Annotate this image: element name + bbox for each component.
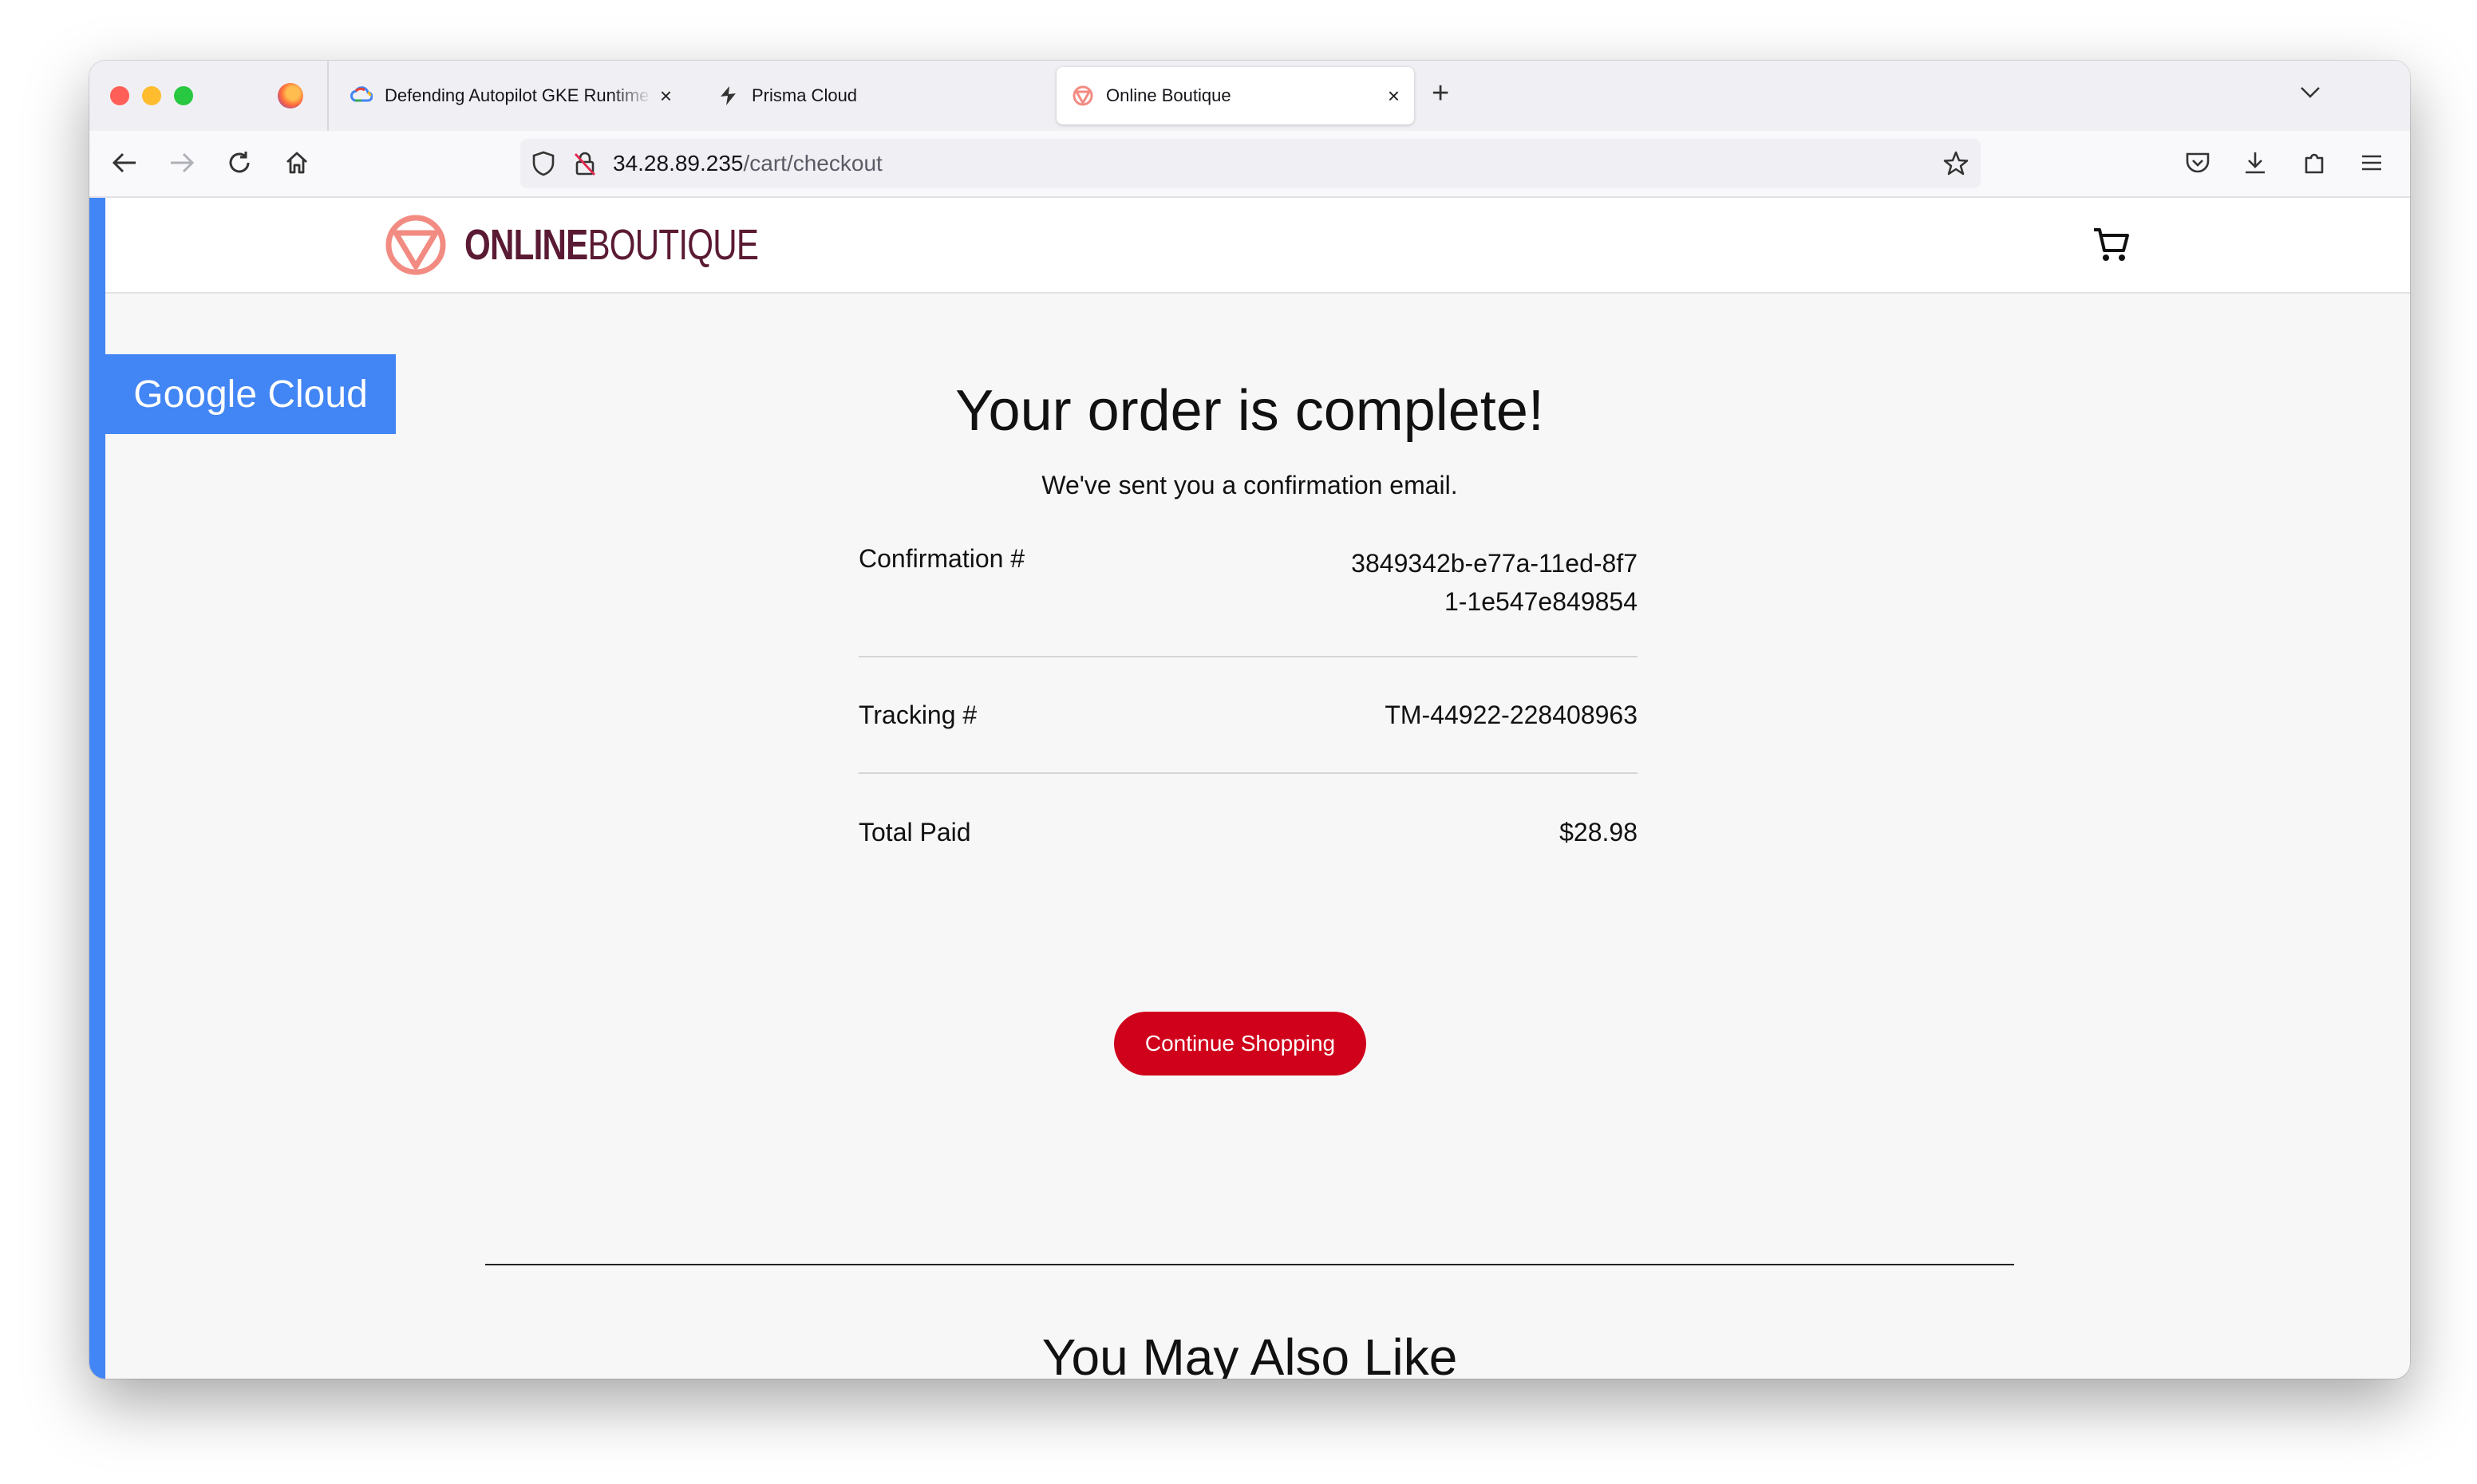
tab-separator [327, 61, 329, 131]
new-tab-button[interactable]: + [1432, 77, 1449, 111]
order-complete-title: Your order is complete! [955, 379, 1544, 443]
total-paid-label: Total Paid [859, 817, 971, 847]
tab-label: Defending Autopilot GKE Runtime [385, 85, 650, 105]
tab-label: Online Boutique [1106, 85, 1231, 105]
google-cloud-icon [350, 84, 373, 108]
hamburger-menu-icon[interactable] [2353, 144, 2391, 182]
confirmation-row: Confirmation # 3849342b-e77a-11ed-8f71-1… [859, 517, 1638, 657]
minimize-window-button[interactable] [142, 86, 161, 105]
brand-name: ONLINEBOUTIQUE [464, 221, 759, 269]
url-path: /cart/checkout [743, 151, 883, 176]
close-tab-icon[interactable]: × [660, 84, 672, 109]
tab-label: Prisma Cloud [752, 85, 858, 105]
boutique-logo-icon [385, 215, 446, 275]
continue-shopping-button[interactable]: Continue Shopping [1114, 1012, 1366, 1076]
prisma-cloud-icon [717, 84, 741, 108]
browser-window: Defending Autopilot GKE Runtime × Prisma… [89, 61, 2410, 1379]
recommendations-heading: You May Also Like [1041, 1328, 1458, 1379]
reload-icon[interactable] [220, 144, 259, 182]
pocket-icon[interactable] [2179, 144, 2217, 182]
order-summary: Confirmation # 3849342b-e77a-11ed-8f71-1… [859, 517, 1638, 890]
confirmation-subtitle: We've sent you a confirmation email. [1041, 471, 1458, 499]
shopping-cart-icon[interactable] [2091, 223, 2132, 265]
total-paid-row: Total Paid $28.98 [859, 774, 1638, 890]
shield-icon[interactable] [531, 151, 555, 176]
download-icon[interactable] [2236, 144, 2274, 182]
site-header: ONLINEBOUTIQUE [105, 198, 2410, 294]
firefox-icon[interactable] [278, 83, 303, 109]
tab-defending-autopilot[interactable]: Defending Autopilot GKE Runtime × [335, 67, 686, 124]
url-host: 34.28.89.235 [613, 151, 744, 176]
online-boutique-logo[interactable]: ONLINEBOUTIQUE [385, 214, 841, 276]
section-divider [485, 1264, 2014, 1265]
zoom-window-button[interactable] [174, 86, 193, 105]
navigation-toolbar: 34.28.89.235/cart/checkout [89, 131, 2410, 198]
tracking-value: TM-44922-228408963 [1385, 701, 1638, 729]
address-bar[interactable]: 34.28.89.235/cart/checkout [520, 139, 1981, 188]
web-page: ONLINEBOUTIQUE Google Cloud Your order i… [89, 198, 2410, 1379]
tab-online-boutique[interactable]: Online Boutique × [1057, 67, 1414, 124]
extensions-puzzle-icon[interactable] [2295, 144, 2333, 182]
google-cloud-side-bar [89, 198, 105, 1379]
tab-strip: Defending Autopilot GKE Runtime × Prisma… [89, 61, 2410, 131]
close-tab-icon[interactable]: × [1388, 84, 1400, 109]
tracking-row: Tracking # TM-44922-228408963 [859, 657, 1638, 774]
insecure-lock-icon[interactable] [573, 151, 597, 176]
chevron-down-icon[interactable] [2300, 78, 2321, 105]
forward-arrow-icon[interactable] [163, 144, 201, 182]
confirmation-value: 3849342b-e77a-11ed-8f71-1e547e849854 [1351, 549, 1638, 616]
online-boutique-icon [1071, 84, 1095, 108]
total-paid-value: $28.98 [1559, 818, 1638, 847]
tracking-label: Tracking # [859, 700, 978, 729]
bookmark-star-icon[interactable] [1942, 150, 1969, 177]
close-window-button[interactable] [110, 86, 129, 105]
home-icon[interactable] [278, 144, 316, 182]
back-arrow-icon[interactable] [105, 144, 144, 182]
confirmation-label: Confirmation # [859, 544, 1025, 573]
